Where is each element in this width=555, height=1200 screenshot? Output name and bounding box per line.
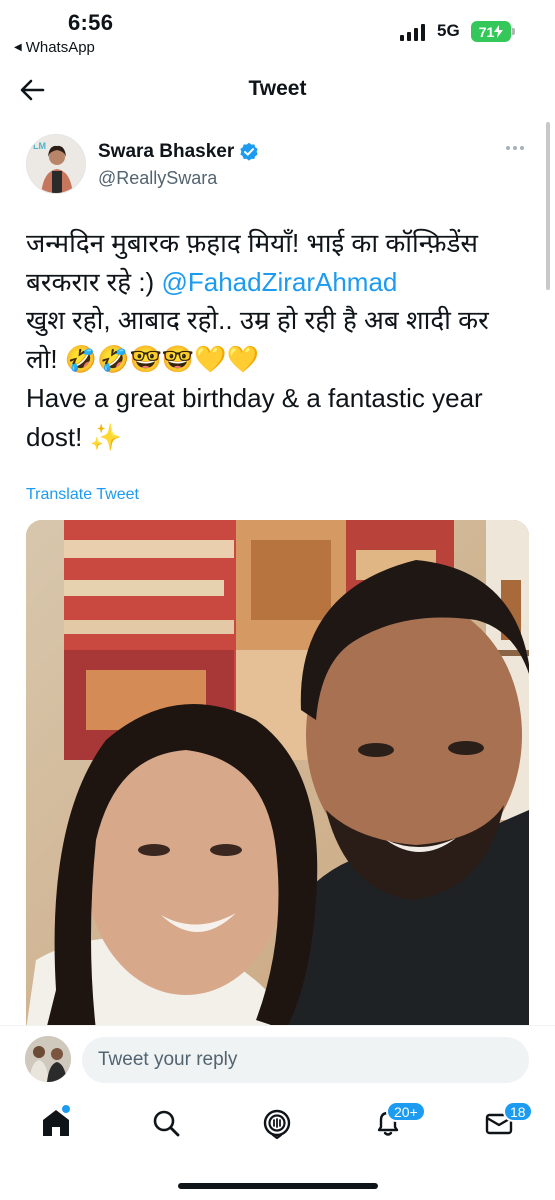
translate-tweet-link[interactable]: Translate Tweet	[26, 486, 139, 504]
sparkles-emoji: ✨	[89, 422, 122, 453]
tweet-line-text: लो!	[26, 343, 65, 374]
notifications-badge: 20+	[386, 1101, 426, 1122]
network-type: 5G	[437, 21, 460, 40]
svg-text:LM: LM	[33, 141, 46, 151]
battery-icon: 71	[471, 21, 511, 42]
cellular-signal-icon	[400, 24, 425, 41]
author-avatar-image: LM	[27, 135, 85, 193]
author-handle[interactable]: @ReallySwara	[98, 168, 217, 189]
mention-link[interactable]: @FahadZirarAhmad	[161, 267, 397, 297]
tweet-line: लो! 🤣🤣🤓🤓💛💛	[26, 340, 536, 380]
tweet-line: बरकरार रहे :) @FahadZirarAhmad	[26, 263, 536, 302]
tweet-line-text: dost!	[26, 421, 90, 452]
back-triangle-icon: ◀	[14, 42, 22, 53]
back-app-label: WhatsApp	[25, 39, 95, 56]
home-indicator-bar	[178, 1183, 378, 1189]
back-to-app-link[interactable]: ◀ WhatsApp	[14, 39, 95, 56]
bottom-navigation: 20+ 18	[0, 1093, 555, 1200]
messages-badge: 18	[503, 1101, 533, 1122]
search-icon	[153, 1110, 180, 1137]
tweet-photo-image	[26, 520, 529, 1030]
status-time: 6:56	[68, 10, 114, 35]
user-avatar[interactable]	[25, 1036, 71, 1082]
verified-badge-icon	[240, 142, 258, 161]
tweet-line-text: बरकरार रहे :)	[26, 266, 162, 297]
battery-level: 71	[478, 23, 495, 40]
scroll-indicator	[546, 122, 550, 290]
tweet-header: Tweet	[0, 62, 555, 118]
status-bar: 6:56 ◀ WhatsApp 5G 71	[0, 0, 555, 62]
page-title: Tweet	[248, 77, 307, 100]
charging-bolt-icon	[494, 25, 504, 38]
tweet-line: खुश रहो, आबाद रहो.. उम्र हो रही है अब शा…	[26, 305, 489, 335]
tweet-photo[interactable]	[26, 520, 529, 1030]
author-name[interactable]: Swara Bhasker	[98, 141, 259, 163]
nav-spaces[interactable]	[259, 1105, 295, 1141]
home-new-indicator	[62, 1105, 70, 1113]
tweet-line: dost! ✨	[26, 418, 536, 458]
reply-input[interactable]	[82, 1037, 529, 1083]
tweet-text: जन्मदिन मुबारक फ़हाद मियाँ! भाई का कॉन्फ…	[26, 224, 536, 457]
spaces-icon	[263, 1109, 291, 1139]
tweet-line: जन्मदिन मुबारक फ़हाद मियाँ! भाई का कॉन्फ…	[26, 228, 478, 258]
reply-bar	[0, 1025, 555, 1093]
author-avatar[interactable]: LM	[26, 134, 86, 194]
nav-search[interactable]	[148, 1105, 184, 1141]
user-avatar-image	[25, 1036, 71, 1082]
author-name-text: Swara Bhasker	[98, 141, 235, 162]
battery-nub	[512, 28, 515, 35]
more-options-icon[interactable]	[506, 146, 524, 150]
tweet-line: Have a great birthday & a fantastic year	[26, 383, 483, 413]
emoji-sequence: 🤣🤣🤓🤓💛💛	[64, 344, 260, 375]
